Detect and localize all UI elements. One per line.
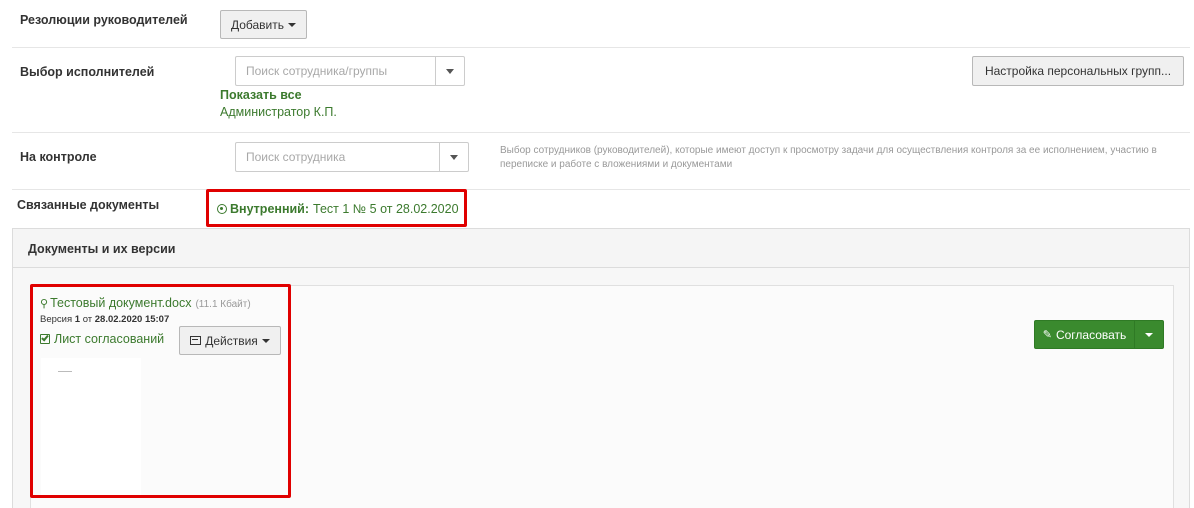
caret-down-icon	[450, 154, 458, 160]
pencil-icon: ✎	[1042, 329, 1052, 341]
related-docs-label: Связанные документы	[17, 198, 160, 212]
control-search-combo	[235, 142, 469, 172]
executors-label: Выбор исполнителей	[20, 65, 155, 79]
chevron-down-icon	[288, 22, 297, 27]
documents-panel-title: Документы и их версии	[28, 242, 176, 256]
resolutions-row: Резолюции руководителей Добавить	[12, 0, 1190, 48]
resolutions-label: Резолюции руководителей	[20, 13, 188, 27]
control-row: На контроле Выбор сотрудников (руководит…	[12, 133, 1190, 190]
control-hint: Выбор сотрудников (руководителей), котор…	[500, 145, 1157, 170]
personal-groups-button[interactable]: Настройка персональных групп...	[972, 56, 1184, 86]
personal-groups-label: Настройка персональных групп...	[984, 64, 1172, 78]
approve-button[interactable]: ✎ Согласовать	[1034, 320, 1134, 349]
control-search-input[interactable]	[236, 143, 439, 171]
approve-dropdown-toggle[interactable]	[1134, 320, 1164, 349]
executor-search-input[interactable]	[236, 57, 435, 85]
selected-executor[interactable]: Администратор К.П.	[220, 105, 337, 119]
documents-panel-header: Документы и их версии	[13, 229, 1189, 268]
chevron-down-icon	[1145, 332, 1153, 337]
control-label: На контроле	[20, 150, 97, 164]
related-docs-row: Связанные документы Внутренний: Тест 1 №…	[12, 189, 1190, 228]
approve-button-group: ✎ Согласовать	[1034, 320, 1164, 349]
circle-dot-icon	[217, 204, 227, 214]
caret-down-icon	[446, 68, 454, 74]
approve-label: Согласовать	[1055, 327, 1127, 342]
control-dropdown-toggle[interactable]	[439, 143, 468, 171]
document-highlight	[30, 284, 291, 498]
executor-search-combo	[235, 56, 465, 86]
add-button-label: Добавить	[230, 17, 285, 32]
related-doc-type: Внутренний:	[230, 202, 310, 216]
executor-dropdown-toggle[interactable]	[435, 57, 464, 85]
related-doc-title: Тест 1 № 5 от 28.02.2020	[313, 202, 459, 216]
add-resolution-button[interactable]: Добавить	[220, 10, 307, 39]
executors-row: Выбор исполнителей Настройка персональны…	[12, 48, 1190, 133]
related-doc-link[interactable]: Внутренний: Тест 1 № 5 от 28.02.2020	[217, 202, 459, 216]
show-all-link[interactable]: Показать все	[220, 88, 302, 102]
